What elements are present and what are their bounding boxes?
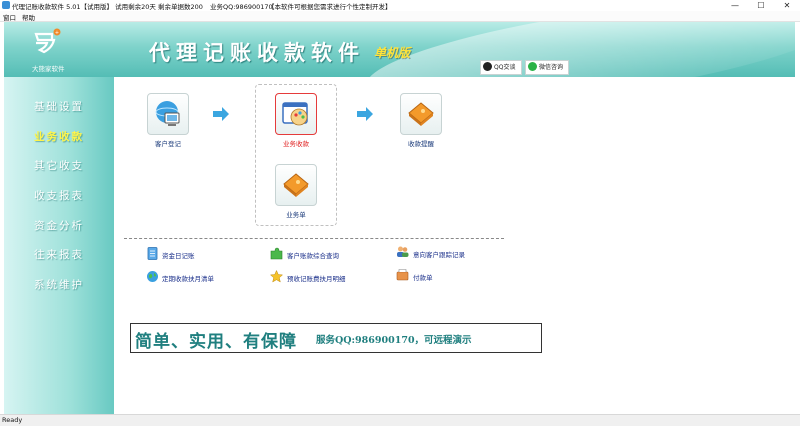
orange-book-icon (408, 102, 434, 126)
wechat-consult-label: 微信咨询 (539, 64, 564, 71)
brand-logo-icon: + (34, 28, 61, 54)
sidebar-item-system-maintenance[interactable]: 系统维护 (34, 277, 104, 292)
periodic-receipt-list-link[interactable]: 定期收款扶月清单 (162, 273, 214, 283)
puzzle-icon (270, 247, 283, 260)
qq-chat-button[interactable]: QQ交谈 (480, 60, 522, 75)
sidebar-item-other-income-expense[interactable]: 其它收支 (34, 158, 104, 173)
customer-account-query-link[interactable]: 客户账款综合查询 (287, 250, 339, 260)
payment-reminder-tile[interactable] (400, 93, 442, 135)
svg-text:+: + (55, 30, 59, 36)
business-receipt-label: 业务收款 (283, 140, 309, 148)
menu-window[interactable]: 窗口 (3, 12, 16, 22)
computer-globe-icon (155, 101, 180, 126)
sidebar-item-account-report[interactable]: 往来报表 (34, 247, 104, 262)
sidebar: 基础设置 业务收款 其它收支 收支报表 资金分析 往来报表 系统维护 (4, 77, 114, 414)
menu-bar: 窗口 帮助 (0, 11, 800, 22)
service-qq-text: 业务QQ:986900170 (210, 3, 273, 11)
qq-penguin-icon (483, 62, 492, 71)
customer-register-label: 客户登记 (155, 140, 181, 148)
customer-register-tile[interactable] (147, 93, 189, 135)
app-icon (2, 1, 10, 9)
sidebar-item-basic-settings[interactable]: 基础设置 (34, 99, 104, 114)
service-contact-text: 服务QQ:986900170，可远程演示 (316, 335, 472, 346)
section-divider (124, 238, 504, 239)
edition-badge: 单机版 (374, 46, 411, 60)
sidebar-item-income-expense-report[interactable]: 收支报表 (34, 188, 104, 203)
window-title: 代理记账收款软件 5.01【试用版】 试用剩余20天 剩余单据数200 (12, 3, 203, 11)
payment-order-link[interactable]: 付款单 (413, 272, 433, 282)
app-banner-title: 代理记账收款软件 (149, 41, 365, 65)
minimize-button[interactable]: — (724, 0, 746, 11)
payment-reminder-label: 收款提醒 (408, 140, 434, 148)
slogan-banner: 简单、实用、有保障 服务QQ:986900170，可远程演示 (130, 323, 542, 353)
star-icon (270, 270, 283, 283)
ledger-icon (147, 247, 158, 260)
main-panel: 客户登记 业务收款 收款提醒 业务单 资金日记账 客户账款综合查询 意向客户跟踪… (114, 77, 795, 414)
sidebar-item-business-receipts[interactable]: 业务收款 (34, 129, 104, 144)
custom-dev-notice: 【本软件可根据您需求进行个性定制开发】 (268, 3, 392, 11)
arrow-right-icon (213, 107, 229, 121)
users-icon (397, 246, 409, 257)
status-bar: Ready (0, 414, 800, 426)
banner-decoration (360, 22, 795, 77)
title-bar: 代理记账收款软件 5.01【试用版】 试用剩余20天 剩余单据数200 业务QQ… (0, 0, 800, 11)
sidebar-item-fund-analysis[interactable]: 资金分析 (34, 218, 104, 233)
maximize-button[interactable]: ☐ (750, 0, 772, 11)
business-receipt-tile[interactable] (275, 93, 317, 135)
arrow-right-icon (357, 107, 373, 121)
fund-journal-link[interactable]: 资金日记账 (162, 250, 195, 260)
inbox-icon (396, 269, 409, 281)
wechat-consult-button[interactable]: 微信咨询 (525, 60, 569, 75)
prospect-tracking-link[interactable]: 意向客户跟踪记录 (413, 249, 465, 259)
header-banner: + 大熊家软件 代理记账收款软件 单机版 QQ交谈 微信咨询 (4, 22, 795, 77)
qq-chat-label: QQ交谈 (494, 64, 516, 71)
wechat-icon (528, 62, 537, 71)
menu-help[interactable]: 帮助 (22, 12, 35, 22)
business-order-tile[interactable] (275, 164, 317, 206)
business-order-label: 业务单 (286, 211, 306, 219)
prepaid-fee-detail-link[interactable]: 预收记账费扶月明细 (287, 273, 346, 283)
slogan-text: 简单、实用、有保障 (135, 332, 297, 352)
status-text: Ready (2, 416, 23, 424)
globe-icon (147, 271, 158, 282)
orange-book-icon (283, 173, 309, 197)
brand-name: 大熊家软件 (32, 65, 65, 73)
close-button[interactable]: ✕ (776, 0, 798, 11)
palette-window-icon (282, 102, 308, 126)
